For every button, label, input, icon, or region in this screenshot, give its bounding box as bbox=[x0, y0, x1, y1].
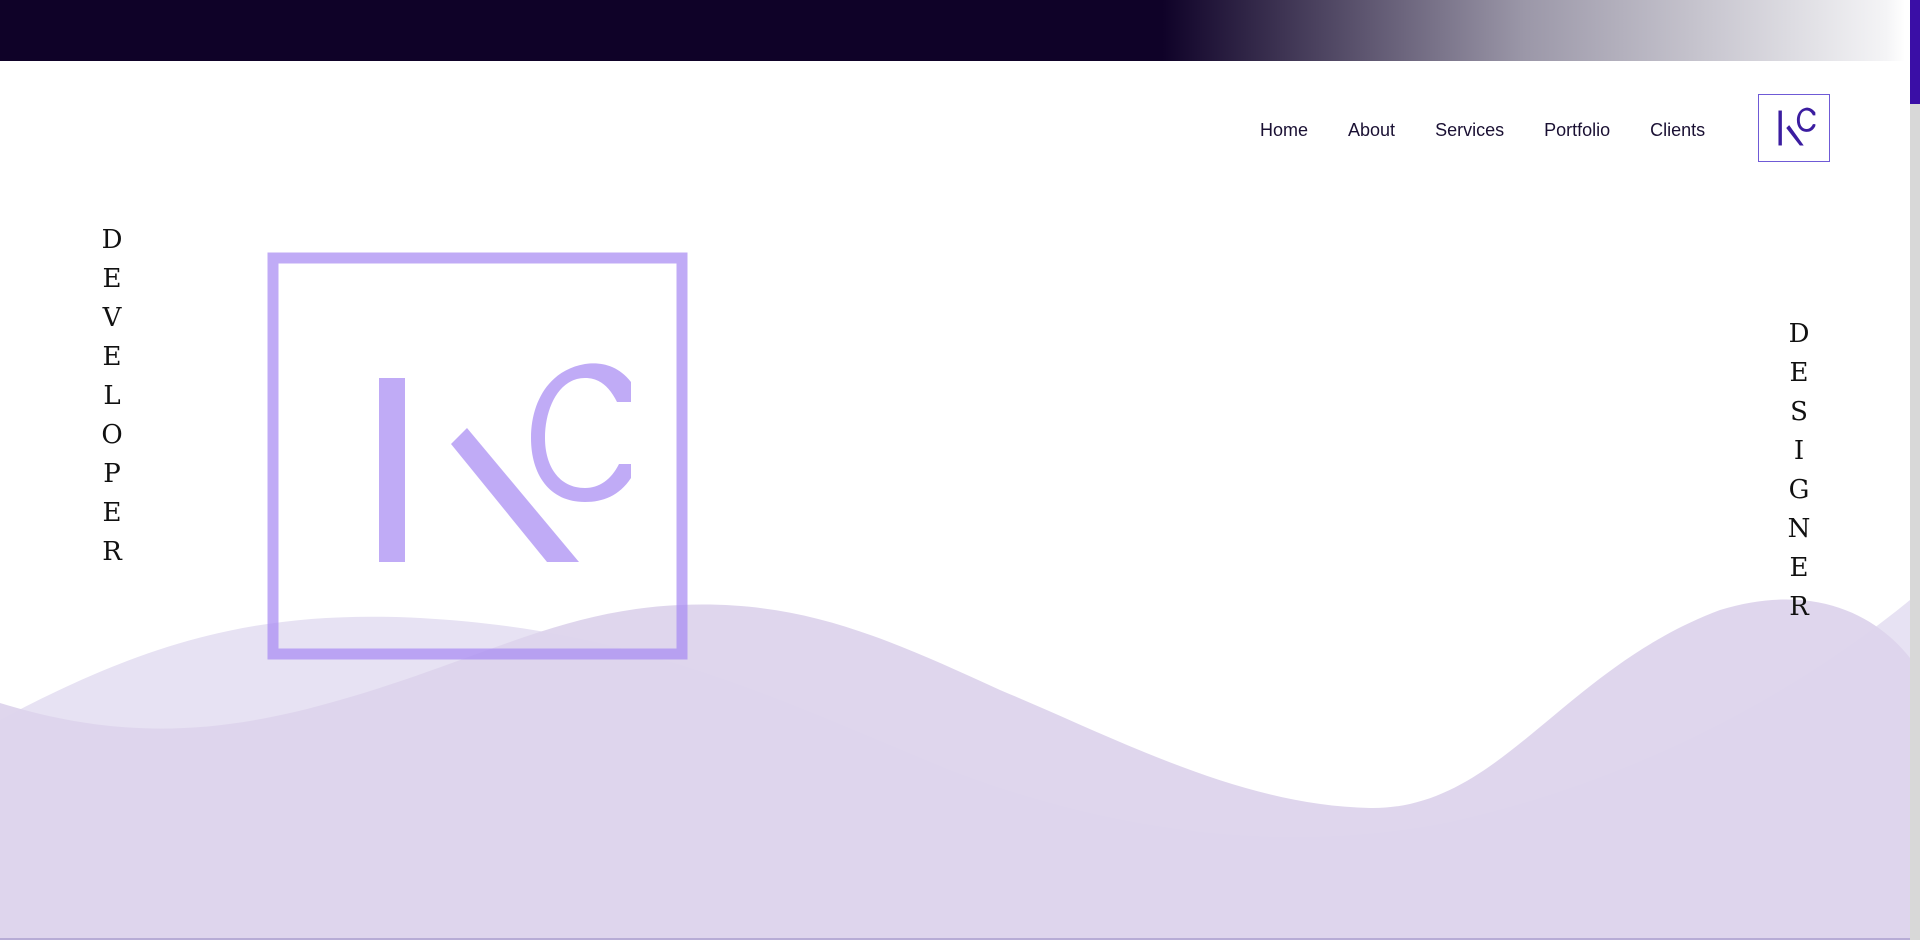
designer-letter: R bbox=[1789, 592, 1809, 622]
kc-monogram-icon bbox=[1778, 107, 1816, 146]
developer-vertical-text: D E V E L O P E R bbox=[97, 221, 127, 572]
designer-letter: I bbox=[1793, 436, 1805, 466]
developer-letter: P bbox=[103, 459, 121, 489]
scrollbar[interactable] bbox=[1910, 0, 1920, 940]
developer-letter: D bbox=[101, 225, 123, 255]
kc-monogram-icon bbox=[267, 252, 688, 660]
developer-letter: E bbox=[102, 342, 122, 372]
nav-about[interactable]: About bbox=[1348, 118, 1395, 142]
hero-logo bbox=[267, 252, 688, 660]
nav-clients[interactable]: Clients bbox=[1650, 118, 1705, 142]
scrollbar-thumb[interactable] bbox=[1910, 0, 1920, 104]
designer-letter: E bbox=[1789, 358, 1809, 388]
developer-letter: E bbox=[102, 498, 122, 528]
designer-letter: D bbox=[1788, 319, 1810, 349]
developer-letter: E bbox=[102, 264, 122, 294]
nav-services[interactable]: Services bbox=[1435, 118, 1504, 142]
nav-home[interactable]: Home bbox=[1260, 118, 1308, 142]
nav-logo-button[interactable] bbox=[1758, 94, 1830, 162]
nav-portfolio[interactable]: Portfolio bbox=[1544, 118, 1610, 142]
designer-letter: G bbox=[1788, 475, 1810, 505]
page: D E V E L O P E R D E S I G N E R Home A… bbox=[0, 0, 1920, 940]
developer-letter: O bbox=[101, 420, 123, 450]
designer-letter: S bbox=[1790, 397, 1808, 427]
designer-letter: N bbox=[1787, 514, 1811, 544]
main-nav: Home About Services Portfolio Clients bbox=[1260, 118, 1745, 142]
designer-vertical-text: D E S I G N E R bbox=[1784, 315, 1814, 627]
developer-letter: R bbox=[102, 537, 122, 567]
designer-letter: E bbox=[1789, 553, 1809, 583]
developer-letter: L bbox=[103, 381, 121, 411]
developer-letter: V bbox=[102, 303, 122, 333]
